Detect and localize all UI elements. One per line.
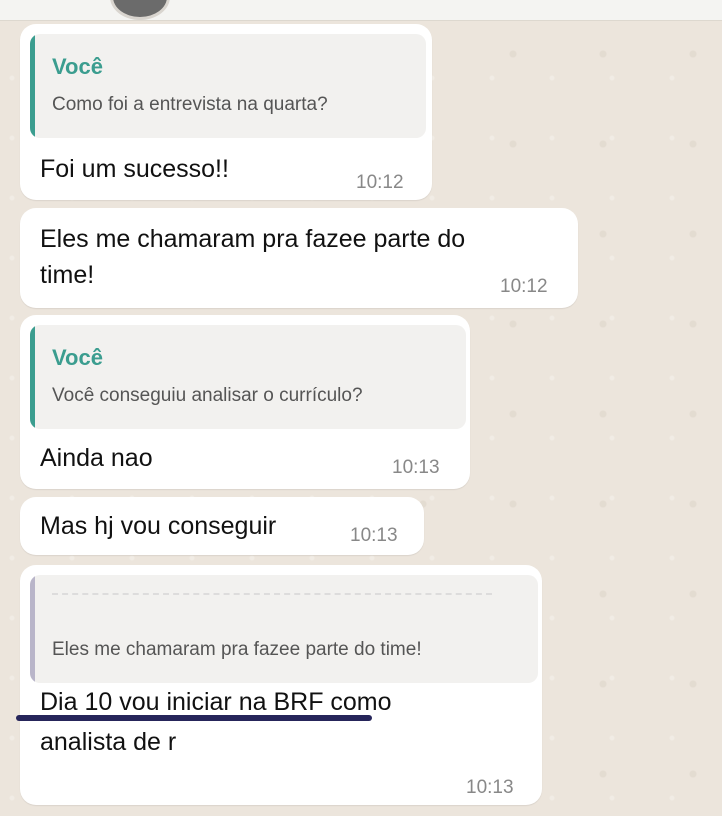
redacted-area (208, 733, 508, 763)
chat-header[interactable] (0, 0, 722, 21)
message-time: 10:13 (392, 457, 440, 478)
message-time: 10:13 (350, 525, 398, 546)
quote-accent-bar (30, 34, 35, 138)
message-text-line-2: analista de r (40, 728, 177, 756)
message-bubble[interactable]: Você Você conseguiu analisar o currículo… (20, 315, 470, 489)
quoted-reply[interactable]: Eles me chamaram pra fazee parte do time… (30, 575, 538, 683)
message-text: Mas hj vou conseguir (40, 512, 277, 540)
highlight-underline (16, 715, 372, 721)
message-time: 10:12 (356, 172, 404, 193)
quoted-reply[interactable]: Você Você conseguiu analisar o currículo… (30, 325, 466, 429)
message-bubble[interactable]: Você Como foi a entrevista na quarta? Fo… (20, 24, 432, 200)
quote-accent-bar (30, 325, 35, 429)
quote-accent-bar (30, 575, 35, 683)
message-time: 10:13 (466, 777, 514, 798)
message-bubble[interactable]: Mas hj vou conseguir 10:13 (20, 497, 424, 555)
contact-avatar[interactable] (110, 0, 170, 20)
quote-text: Eles me chamaram pra fazee parte do time… (52, 639, 422, 660)
message-time: 10:12 (500, 276, 548, 297)
message-text: Foi um sucesso!! (40, 155, 229, 183)
blurred-quote-author (52, 593, 492, 609)
message-bubble[interactable]: Eles me chamaram pra fazee parte do time… (20, 208, 578, 308)
quote-author: Você (52, 54, 103, 79)
quote-author: Você (52, 345, 103, 370)
message-text-line-1: Eles me chamaram pra fazee parte do (40, 225, 466, 253)
quote-text: Você conseguiu analisar o currículo? (52, 385, 363, 406)
message-text: Ainda nao (40, 444, 153, 472)
message-text-line-2: time! (40, 261, 95, 289)
quote-text: Como foi a entrevista na quarta? (52, 94, 328, 115)
quoted-reply[interactable]: Você Como foi a entrevista na quarta? (30, 34, 426, 138)
message-bubble[interactable]: Eles me chamaram pra fazee parte do time… (20, 565, 542, 805)
